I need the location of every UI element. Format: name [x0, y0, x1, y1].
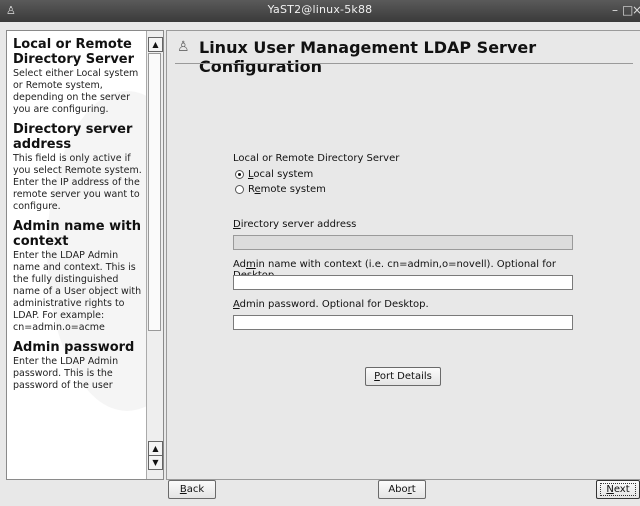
- help-text: Select either Local system or Remote sys…: [13, 68, 139, 115]
- scroll-up-arrow-icon[interactable]: ▲: [148, 441, 163, 456]
- server-group-label: Local or Remote Directory Server: [233, 153, 400, 164]
- focus-ring: [600, 483, 636, 496]
- radio-label: Local system: [248, 169, 314, 180]
- help-text: Enter the LDAP Admin name and context. T…: [13, 250, 142, 333]
- help-heading: Directory server address: [13, 122, 133, 152]
- radio-button[interactable]: [235, 185, 244, 194]
- admin-password-input[interactable]: [233, 315, 573, 330]
- next-button[interactable]: Next: [596, 480, 640, 499]
- help-scrollbar[interactable]: ▲ ▲ ▼: [146, 31, 163, 479]
- help-content: Local or Remote Directory Server Select …: [7, 31, 145, 479]
- help-text: This field is only active if you select …: [13, 153, 142, 212]
- help-heading: Admin name with context: [13, 219, 142, 249]
- back-button[interactable]: Back: [168, 480, 216, 499]
- help-heading: Local or Remote Directory Server: [13, 37, 135, 67]
- help-panel: Local or Remote Directory Server Select …: [6, 30, 164, 480]
- help-heading: Admin password: [13, 340, 135, 355]
- radio-local-system[interactable]: Local system: [235, 169, 313, 180]
- title-bar: ♙ YaST2@linux-5k88 – □ ×: [0, 0, 640, 22]
- radio-label: Remote system: [248, 184, 326, 195]
- window-title: YaST2@linux-5k88: [267, 3, 373, 16]
- main-panel: ♙ Linux User Management LDAP Server Conf…: [166, 30, 640, 480]
- close-icon[interactable]: ×: [632, 3, 640, 17]
- scroll-up-arrow-icon[interactable]: ▲: [148, 37, 163, 52]
- divider: [175, 63, 633, 64]
- scroll-thumb[interactable]: [148, 53, 161, 331]
- radio-button[interactable]: [235, 170, 244, 179]
- scroll-down-arrow-icon[interactable]: ▼: [148, 455, 163, 470]
- directory-address-input[interactable]: [233, 235, 573, 250]
- page-title: Linux User Management LDAP Server Config…: [199, 38, 537, 76]
- help-text: Enter the LDAP Admin password. This is t…: [13, 356, 119, 391]
- abort-button[interactable]: Abort: [378, 480, 426, 499]
- users-icon: ♙: [177, 39, 190, 55]
- admin-name-input[interactable]: [233, 275, 573, 290]
- directory-address-label: Directory server address: [233, 219, 357, 230]
- admin-password-label: Admin password. Optional for Desktop.: [233, 299, 429, 310]
- minimize-icon[interactable]: –: [612, 3, 618, 17]
- port-details-button[interactable]: Port Details: [365, 367, 441, 386]
- radio-remote-system[interactable]: Remote system: [235, 184, 326, 195]
